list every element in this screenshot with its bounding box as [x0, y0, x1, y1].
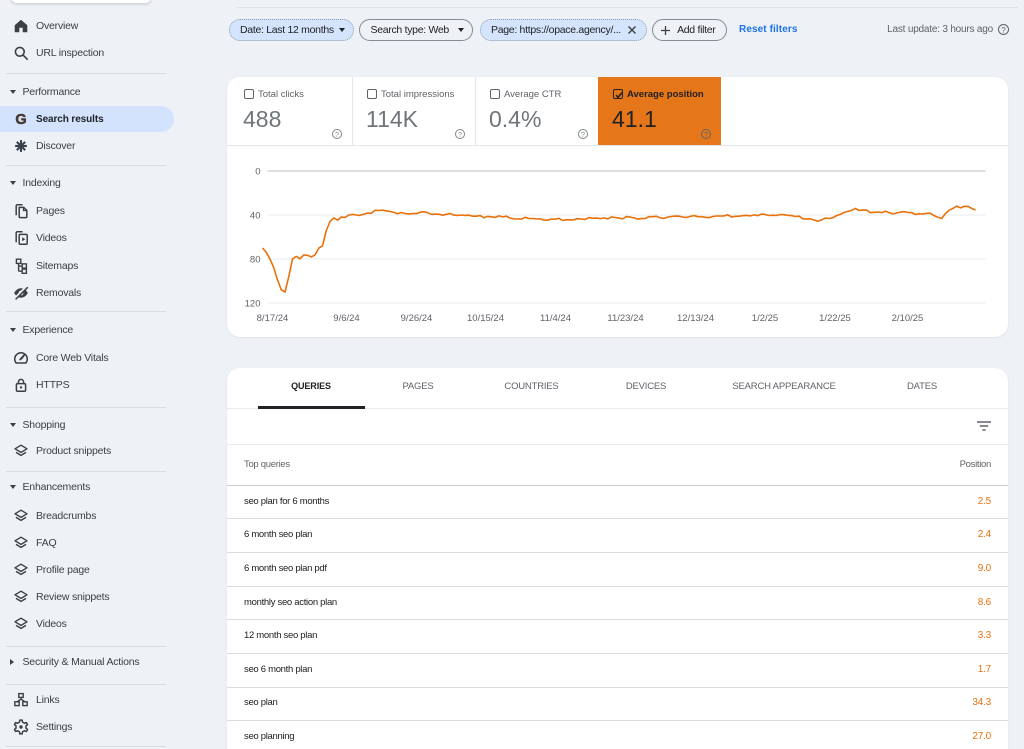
svg-text:11/23/24: 11/23/24	[607, 313, 643, 324]
svg-text:9/26/24: 9/26/24	[400, 313, 432, 324]
svg-text:8/17/24: 8/17/24	[256, 313, 288, 324]
svg-text:1/2/25: 1/2/25	[751, 313, 777, 324]
svg-text:11/4/24: 11/4/24	[540, 313, 571, 324]
svg-text:2/10/25: 2/10/25	[891, 313, 923, 324]
svg-text:120: 120	[244, 299, 260, 310]
svg-text:40: 40	[249, 211, 260, 222]
svg-text:9/6/24: 9/6/24	[333, 313, 359, 324]
svg-text:80: 80	[249, 255, 260, 266]
svg-text:0: 0	[255, 167, 260, 178]
svg-text:1/22/25: 1/22/25	[819, 313, 851, 324]
svg-text:10/15/24: 10/15/24	[467, 313, 504, 324]
svg-text:12/13/24: 12/13/24	[677, 313, 714, 324]
svg-text:G: G	[15, 112, 26, 127]
